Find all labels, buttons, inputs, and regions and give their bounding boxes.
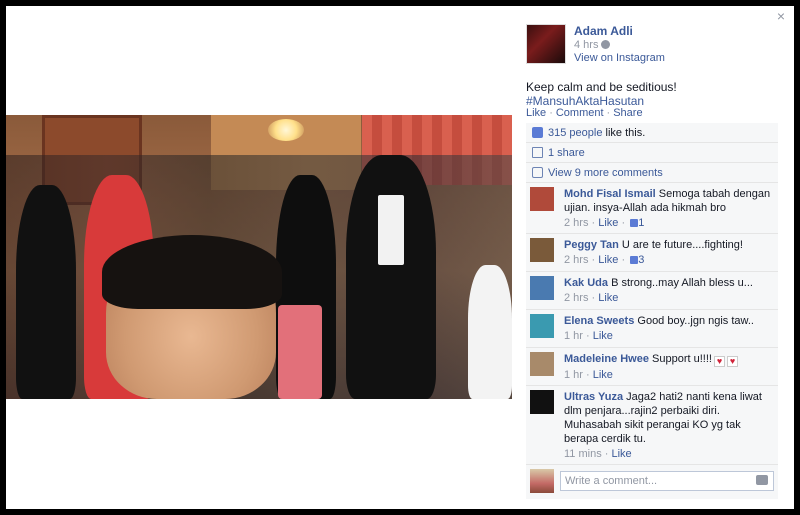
write-comment-input[interactable] <box>560 471 774 491</box>
comment-item: Peggy Tan U are te future....fighting! 2… <box>526 234 778 272</box>
post-author-header: Adam Adli 4 hrs View on Instagram <box>526 24 786 68</box>
commenter-name[interactable]: Madeleine Hwee <box>564 353 649 365</box>
heart-icon: ♥ <box>713 356 725 367</box>
globe-icon <box>601 40 611 49</box>
comment-item: Mohd Fisal Ismail Semoga tabah dengan uj… <box>526 183 778 234</box>
author-avatar[interactable] <box>526 24 566 64</box>
comment-like-link[interactable]: Like <box>611 448 631 460</box>
likes-summary: 315 people like this. <box>526 123 778 143</box>
comment-button[interactable]: Comment <box>556 107 604 119</box>
commenter-name[interactable]: Peggy Tan <box>564 239 619 251</box>
post-actions: Like · Comment · Share <box>526 107 643 119</box>
comment-item: Kak Uda B strong..may Allah bless u... 2… <box>526 272 778 310</box>
photo-stage <box>6 6 520 509</box>
commenter-avatar[interactable] <box>530 390 554 414</box>
post-timestamp: 4 hrs <box>574 39 611 51</box>
close-icon[interactable]: × <box>774 9 788 23</box>
comment-like-link[interactable]: Like <box>593 369 613 381</box>
commenter-avatar[interactable] <box>530 276 554 300</box>
shares-link[interactable]: 1 share <box>548 147 585 159</box>
comment-like-link[interactable]: Like <box>598 217 618 229</box>
post-text: Keep calm and be seditious! #MansuhAktaH… <box>526 80 788 108</box>
author-name-link[interactable]: Adam Adli <box>574 24 633 38</box>
comment-item: Elena Sweets Good boy..jgn ngis taw.. 1 … <box>526 310 778 348</box>
view-on-instagram-link[interactable]: View on Instagram <box>574 52 665 64</box>
share-icon <box>532 147 543 158</box>
instagram-photo[interactable] <box>6 115 512 399</box>
post-sidebar: × Adam Adli 4 hrs View on Instagram Keep… <box>526 6 794 509</box>
like-button[interactable]: Like <box>526 107 546 119</box>
commenter-avatar[interactable] <box>530 238 554 262</box>
share-button[interactable]: Share <box>613 107 642 119</box>
more-comments-row: View 9 more comments <box>526 163 778 183</box>
comment-like-link[interactable]: Like <box>598 254 618 266</box>
comment-likes-count[interactable]: 3 <box>638 254 644 266</box>
commenter-avatar[interactable] <box>530 314 554 338</box>
commenter-name[interactable]: Elena Sweets <box>564 315 634 327</box>
comment-like-link[interactable]: Like <box>593 330 613 342</box>
comment-item: Ultras Yuza Jaga2 hati2 nanti kena liwat… <box>526 386 778 465</box>
commenter-name[interactable]: Mohd Fisal Ismail <box>564 188 656 200</box>
status-text: Keep calm and be seditious! <box>526 80 677 94</box>
commenter-avatar[interactable] <box>530 187 554 211</box>
feedback-box: 315 people like this. 1 share View 9 mor… <box>526 123 778 499</box>
likes-count-link[interactable]: 315 people <box>548 127 602 139</box>
comment-likes-count[interactable]: 1 <box>638 217 644 229</box>
hashtag-link[interactable]: #MansuhAktaHasutan <box>526 94 644 108</box>
comment-item: Madeleine Hwee Support u!!!! ♥ ♥ 1 hr · Li… <box>526 348 778 386</box>
comment-composer <box>526 465 778 499</box>
photo-viewer: × Adam Adli 4 hrs View on Instagram Keep… <box>6 6 794 509</box>
view-more-comments-link[interactable]: View 9 more comments <box>548 167 663 179</box>
commenter-avatar[interactable] <box>530 352 554 376</box>
commenter-name[interactable]: Kak Uda <box>564 277 608 289</box>
heart-icon: ♥ <box>726 356 738 367</box>
post-time[interactable]: 4 hrs <box>574 39 598 51</box>
commenter-name[interactable]: Ultras Yuza <box>564 391 623 403</box>
comments-icon <box>532 167 543 178</box>
camera-icon[interactable] <box>756 475 768 485</box>
comment-like-link[interactable]: Like <box>598 292 618 304</box>
thumbs-up-icon <box>532 127 543 138</box>
shares-summary: 1 share <box>526 143 778 163</box>
viewer-avatar <box>530 469 554 493</box>
